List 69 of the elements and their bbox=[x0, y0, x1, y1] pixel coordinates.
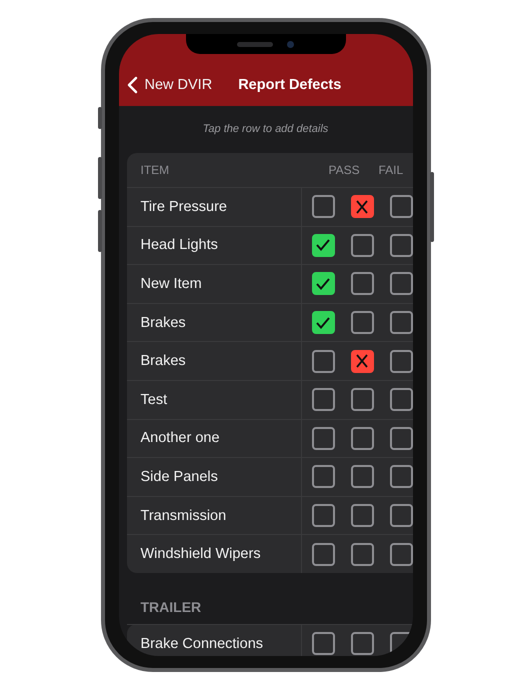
checkbox[interactable] bbox=[312, 504, 334, 528]
checkbox[interactable] bbox=[312, 272, 334, 296]
checkbox[interactable] bbox=[350, 465, 374, 488]
item-name: New Item bbox=[126, 265, 302, 303]
checkmark-icon bbox=[315, 276, 331, 291]
item-name: Side Panels bbox=[126, 458, 302, 496]
checkbox[interactable] bbox=[390, 272, 412, 296]
item-name: Transmission bbox=[126, 496, 302, 534]
checkbox[interactable] bbox=[350, 195, 374, 218]
column-header: FAIL bbox=[378, 163, 404, 177]
checkbox[interactable] bbox=[390, 388, 412, 412]
checkbox[interactable] bbox=[390, 426, 412, 450]
back-chevron-icon bbox=[126, 76, 138, 94]
checkbox[interactable] bbox=[390, 504, 412, 528]
checkbox[interactable] bbox=[350, 542, 374, 566]
checklist-row[interactable]: Brake Connections bbox=[126, 624, 412, 656]
checkbox[interactable] bbox=[350, 426, 374, 450]
checkbox[interactable] bbox=[390, 195, 412, 218]
cross-icon bbox=[356, 354, 368, 368]
back-button[interactable]: New DVIR bbox=[126, 76, 212, 94]
checkbox[interactable] bbox=[390, 350, 412, 373]
checklist-row[interactable]: Brakes bbox=[126, 341, 412, 380]
checkbox[interactable] bbox=[312, 311, 334, 334]
checkbox[interactable] bbox=[350, 311, 374, 334]
checkbox[interactable] bbox=[312, 195, 334, 218]
item-name: Brakes bbox=[126, 304, 302, 342]
checkbox[interactable] bbox=[312, 542, 334, 566]
checklist-row[interactable]: Transmission bbox=[126, 496, 412, 534]
item-name: Brakes bbox=[126, 342, 302, 380]
checkbox[interactable] bbox=[312, 426, 334, 450]
checklist-row[interactable]: Another one bbox=[126, 418, 412, 458]
checkbox[interactable] bbox=[350, 388, 374, 412]
checkbox[interactable] bbox=[312, 465, 334, 488]
checkbox[interactable] bbox=[390, 234, 412, 257]
checkbox[interactable] bbox=[350, 350, 374, 373]
checkbox[interactable] bbox=[390, 311, 412, 334]
checkmark-icon bbox=[315, 316, 331, 330]
column-header: ITEM bbox=[140, 163, 170, 177]
checkmark-icon bbox=[315, 238, 331, 252]
checkbox[interactable] bbox=[312, 350, 334, 373]
checklist-row[interactable]: Windshield Wipers bbox=[126, 534, 412, 573]
item-name: Head Lights bbox=[126, 226, 302, 264]
section-header: TRAILER bbox=[140, 598, 202, 617]
checklist-row[interactable]: Test bbox=[126, 380, 412, 419]
checklist-row[interactable]: New Item bbox=[126, 264, 412, 303]
checkbox[interactable] bbox=[390, 465, 412, 488]
checklist-row[interactable]: Brakes bbox=[126, 302, 412, 342]
checkbox[interactable] bbox=[312, 388, 334, 412]
screen-title: Report Defects bbox=[238, 76, 342, 94]
speaker-icon bbox=[237, 42, 273, 46]
item-name: Brake Connections bbox=[126, 624, 302, 656]
hint-text: Tap the row to add details bbox=[202, 122, 330, 137]
column-header: PASS bbox=[328, 163, 361, 177]
checklist-row[interactable]: Side Panels bbox=[126, 457, 412, 496]
checkbox[interactable] bbox=[350, 272, 374, 296]
checkbox[interactable] bbox=[350, 504, 374, 528]
item-name: Another one bbox=[126, 420, 302, 458]
checklist-row[interactable]: Head Lights bbox=[126, 226, 412, 264]
cross-icon bbox=[356, 200, 368, 214]
checkbox[interactable] bbox=[312, 632, 334, 656]
checkbox[interactable] bbox=[312, 234, 334, 257]
checkbox[interactable] bbox=[350, 234, 374, 257]
camera-icon bbox=[287, 40, 294, 48]
item-name: Test bbox=[126, 380, 302, 419]
item-name: Windshield Wipers bbox=[126, 535, 302, 573]
checkbox[interactable] bbox=[390, 542, 412, 566]
checkbox[interactable] bbox=[350, 632, 374, 656]
checklist-row[interactable]: Tire Pressure bbox=[126, 187, 412, 226]
item-name: Tire Pressure bbox=[126, 188, 302, 226]
